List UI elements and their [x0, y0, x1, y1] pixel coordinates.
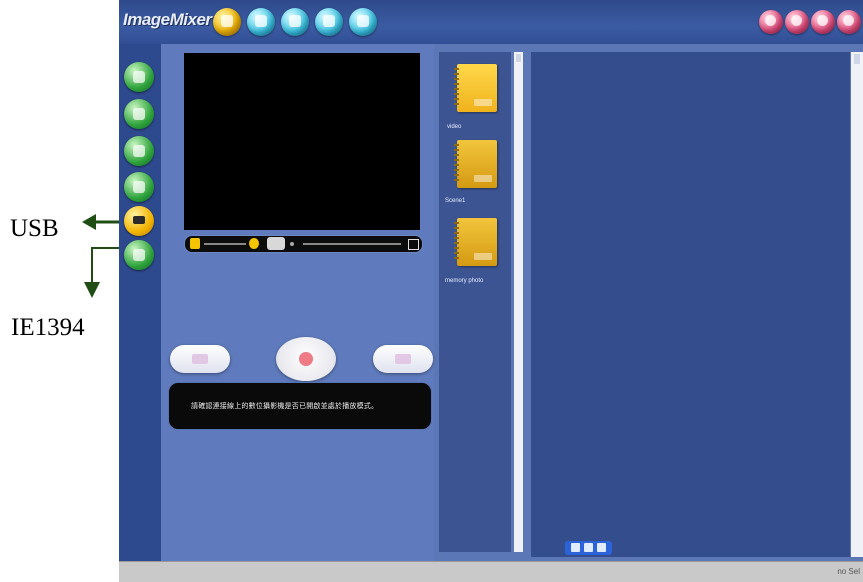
seek-slider[interactable] [303, 243, 401, 245]
info-icon[interactable] [785, 10, 809, 34]
output-icon[interactable] [315, 8, 343, 36]
status-bar: no Sel [119, 561, 863, 582]
mode-1-icon[interactable] [124, 62, 154, 92]
volume-icon[interactable] [190, 238, 200, 249]
edit-icon[interactable] [281, 8, 309, 36]
mode-sidebar [119, 44, 161, 562]
mode-2-icon[interactable] [124, 99, 154, 129]
detail-view-icon[interactable] [597, 543, 606, 552]
disc-icon[interactable] [349, 8, 377, 36]
status-text: no Sel [837, 567, 860, 576]
usb-annotation-label: USB [10, 215, 59, 242]
mode-4-icon[interactable] [124, 172, 154, 202]
volume-knob[interactable] [249, 238, 259, 249]
video-preview [184, 53, 420, 230]
app-logo: ImageMixer [123, 10, 212, 29]
thumbnail-area [531, 52, 850, 557]
usb-icon[interactable] [124, 206, 154, 236]
help-icon[interactable] [759, 10, 783, 34]
camera-icon[interactable] [247, 8, 275, 36]
capture-icon[interactable] [213, 8, 241, 36]
minimize-icon[interactable] [811, 10, 835, 34]
record-button[interactable] [276, 337, 336, 381]
album-label: memory photo [445, 278, 484, 284]
grid-view-icon[interactable] [571, 543, 580, 552]
fullscreen-icon[interactable] [408, 239, 419, 250]
status-message: 請確認連接線上的數位攝影機是否已開啟並處於播放模式。 [191, 403, 379, 410]
album-list: video Scene1 memory photo [439, 52, 511, 552]
title-bar: ImageMixer [119, 0, 863, 44]
mode-3-icon[interactable] [124, 136, 154, 166]
album-label: video [447, 124, 462, 130]
view-mode-tabs[interactable] [565, 541, 612, 555]
ie1394-annotation-label: IE1394 [11, 314, 85, 341]
forward-button[interactable] [373, 345, 433, 373]
ieee1394-icon[interactable] [124, 240, 154, 270]
message-box: 請確認連接線上的數位攝影機是否已開啟並處於播放模式。 [168, 382, 432, 430]
list-view-icon[interactable] [584, 543, 593, 552]
rewind-button[interactable] [170, 345, 230, 373]
playback-controls [184, 235, 423, 253]
play-button[interactable] [267, 237, 285, 250]
album-folder-icon[interactable] [454, 218, 497, 266]
album-label: Scene1 [445, 198, 466, 204]
album-folder-icon[interactable] [454, 140, 497, 188]
album-scrollbar[interactable] [514, 52, 523, 552]
album-folder-icon[interactable] [454, 64, 497, 112]
close-icon[interactable] [837, 10, 861, 34]
position-dot [290, 242, 294, 246]
volume-slider[interactable] [204, 243, 246, 245]
thumbnail-scrollbar[interactable] [851, 52, 863, 557]
